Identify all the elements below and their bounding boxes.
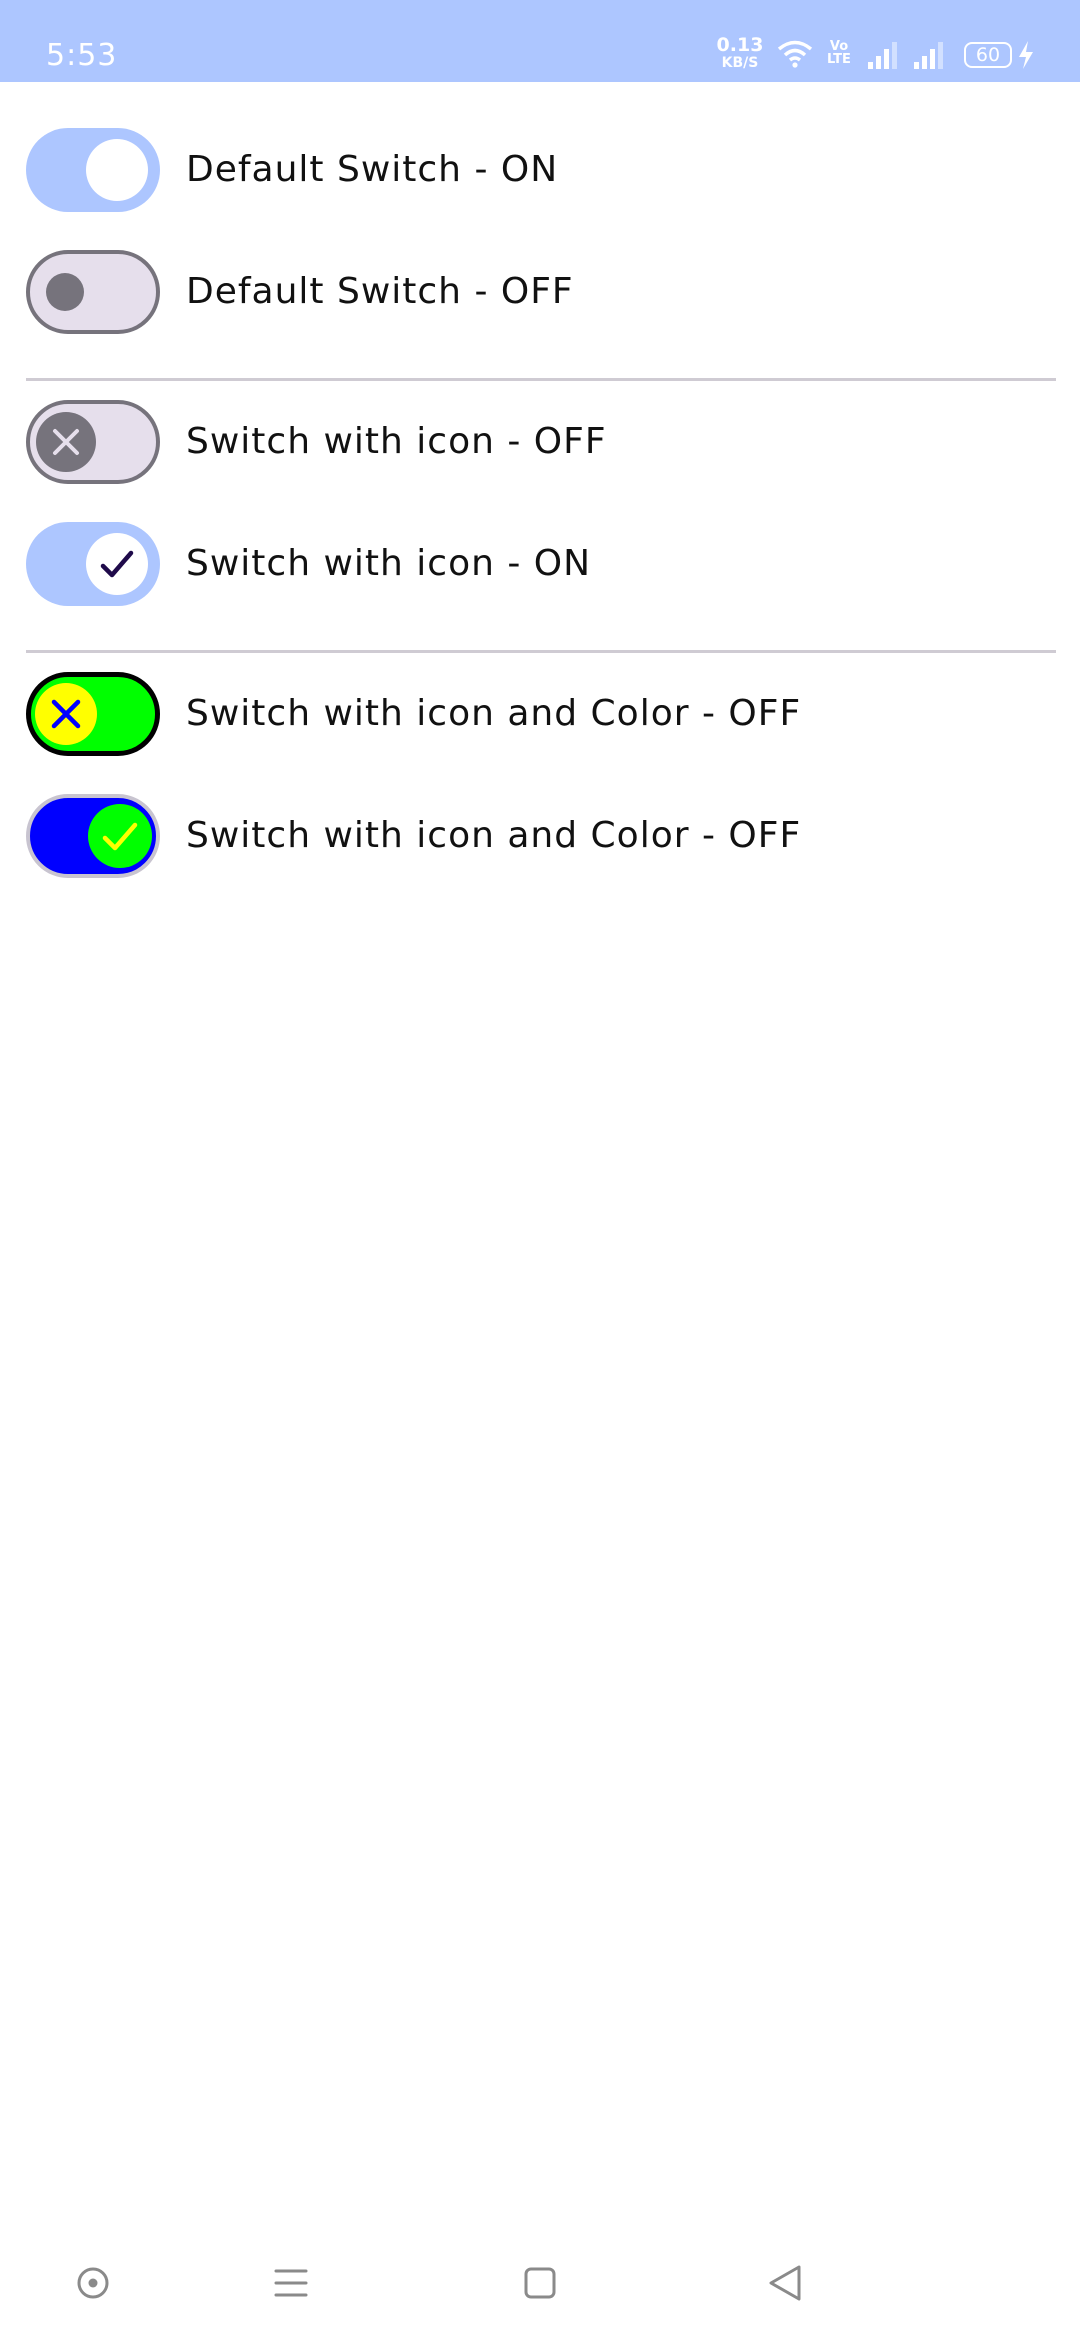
- switch-label: Default Switch - OFF: [186, 271, 574, 312]
- switch-label: Switch with icon and Color - OFF: [186, 815, 802, 856]
- switch-row-color-on: Switch with icon and Color - OFF: [26, 794, 1056, 878]
- switch-thumb: [88, 804, 152, 868]
- volte-line2: LTE: [827, 52, 851, 67]
- divider: [26, 650, 1056, 653]
- status-bar: 5:53 0.13 KB/S Vo LTE 60: [0, 0, 1080, 82]
- home-icon[interactable]: [510, 2258, 570, 2308]
- divider: [26, 378, 1056, 381]
- switch-label: Switch with icon - OFF: [186, 421, 607, 462]
- status-time: 5:53: [46, 38, 118, 73]
- close-icon: [51, 699, 81, 729]
- switch-label: Default Switch - ON: [186, 149, 559, 190]
- assistant-icon[interactable]: [63, 2258, 123, 2308]
- check-icon: [102, 822, 138, 851]
- network-speed: 0.13 KB/S: [716, 34, 764, 71]
- switch-thumb: [46, 273, 84, 311]
- icon-switch-on[interactable]: [26, 522, 160, 606]
- color-switch-on[interactable]: [26, 794, 160, 878]
- back-icon[interactable]: [755, 2258, 815, 2308]
- close-icon: [53, 429, 79, 455]
- color-switch-off[interactable]: [26, 672, 160, 756]
- switch-thumb: [86, 533, 148, 595]
- default-switch-off[interactable]: [26, 250, 160, 334]
- battery-icon: 60: [964, 42, 1012, 68]
- switch-row-color-off: Switch with icon and Color - OFF: [26, 672, 1056, 756]
- menu-icon[interactable]: [261, 2258, 321, 2308]
- signal-icon: [866, 40, 900, 70]
- switch-thumb: [35, 683, 97, 745]
- charging-bolt-icon: [1016, 40, 1036, 70]
- switch-label: Switch with icon - ON: [186, 543, 592, 584]
- network-speed-unit: KB/S: [721, 55, 759, 71]
- switch-row-icon-on: Switch with icon - ON: [26, 522, 1056, 606]
- network-speed-value: 0.13: [716, 34, 764, 56]
- switch-row-icon-off: Switch with icon - OFF: [26, 400, 1056, 484]
- switch-row-default-off: Default Switch - OFF: [26, 250, 1056, 334]
- signal-icon: [912, 40, 946, 70]
- check-icon: [100, 550, 134, 578]
- volte-icon: Vo LTE: [822, 40, 856, 70]
- switch-row-default-on: Default Switch - ON: [26, 128, 1056, 212]
- switch-label: Switch with icon and Color - OFF: [186, 693, 802, 734]
- icon-switch-off[interactable]: [26, 400, 160, 484]
- switch-thumb: [36, 412, 96, 472]
- switch-thumb: [86, 139, 148, 201]
- default-switch-on[interactable]: [26, 128, 160, 212]
- wifi-icon: [776, 38, 814, 68]
